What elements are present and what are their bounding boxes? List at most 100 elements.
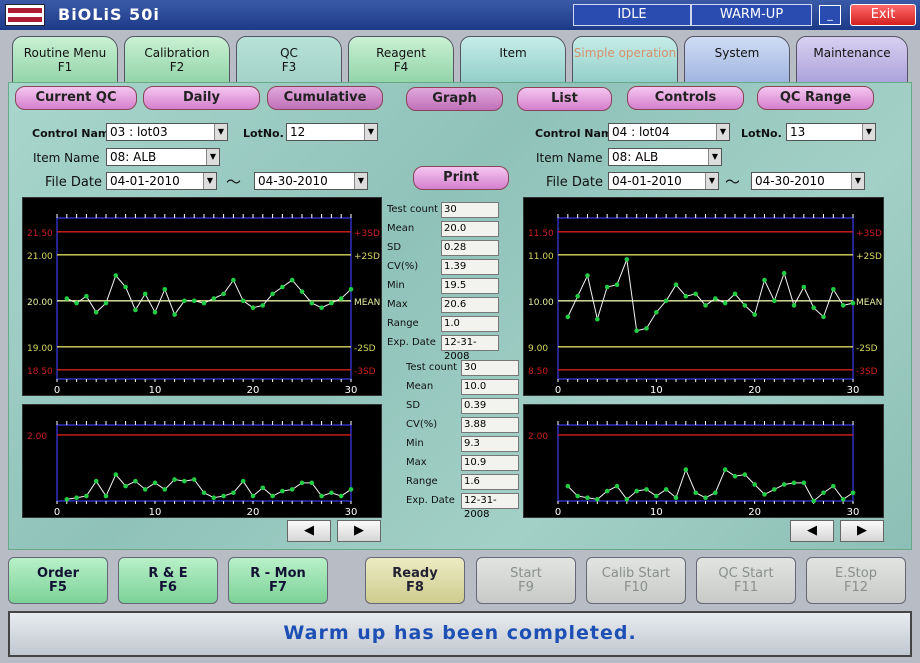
right-next-button[interactable]: ▶ <box>840 520 884 542</box>
daily-button[interactable]: Daily <box>143 86 260 110</box>
data-point <box>821 314 826 320</box>
data-point <box>840 497 846 502</box>
data-point <box>142 487 148 492</box>
stat-label: Max <box>387 299 408 310</box>
date-from-select[interactable]: 04-01-2010 ▼ <box>106 172 217 190</box>
data-point <box>821 490 826 496</box>
control-name-select[interactable]: 03 : lot03 ▼ <box>106 123 228 141</box>
tab-qc[interactable]: QC F3 <box>236 36 342 88</box>
date-from-select[interactable]: 04-01-2010 ▼ <box>608 172 719 190</box>
stat-label: SD <box>387 242 402 253</box>
stat-value: 3.88 <box>461 417 519 433</box>
x-tick-label: 30 <box>345 385 358 396</box>
data-point <box>693 291 698 297</box>
stat-label: Max <box>406 457 427 468</box>
data-point <box>348 487 354 492</box>
data-point <box>133 478 138 484</box>
item-name-select[interactable]: 08: ALB ▼ <box>608 148 722 166</box>
chevron-down-icon: ▼ <box>364 124 377 140</box>
data-point <box>703 495 708 500</box>
date-to-select[interactable]: 04-30-2010 ▼ <box>751 172 865 190</box>
data-point <box>142 291 148 297</box>
order-button[interactable]: Order F5 <box>8 557 108 604</box>
cumulative-button[interactable]: Cumulative <box>267 86 383 110</box>
stat-label: CV(%) <box>406 419 438 430</box>
lotno-select[interactable]: 12 ▼ <box>286 123 378 141</box>
data-point <box>604 488 610 494</box>
start-button[interactable]: Start F9 <box>476 557 576 604</box>
right-range-chart: 2.00 0 10 20 30 <box>523 404 884 518</box>
r-mon-button[interactable]: R - Mon F7 <box>228 557 328 604</box>
sd-label: MEAN <box>354 298 380 308</box>
control-name-select[interactable]: 04 : lot04 ▼ <box>608 123 730 141</box>
print-button[interactable]: Print <box>413 166 509 190</box>
y-tick-label: 11.00 <box>528 252 554 262</box>
data-point <box>133 307 138 313</box>
status-warmup: WARM-UP <box>691 4 812 26</box>
series-line <box>567 257 854 332</box>
minimize-button[interactable]: _ <box>819 5 841 25</box>
calib-start-button[interactable]: Calib Start F10 <box>586 557 686 604</box>
right-prev-button[interactable]: ◀ <box>790 520 834 542</box>
data-point <box>575 493 580 499</box>
x-tick-label: 20 <box>247 385 260 396</box>
date-to-select[interactable]: 04-30-2010 ▼ <box>254 172 368 190</box>
sd-label: +3SD <box>354 229 380 239</box>
data-point <box>221 493 226 499</box>
data-point <box>831 287 836 292</box>
data-point <box>280 488 285 494</box>
lotno-select[interactable]: 13 ▼ <box>786 123 876 141</box>
tab-maintenance[interactable]: Maintenance <box>796 36 908 86</box>
y-tick-label: 9.00 <box>528 344 548 354</box>
data-point <box>309 480 315 486</box>
stat-label: Mean <box>387 223 415 234</box>
current-qc-button[interactable]: Current QC <box>15 86 137 110</box>
ready-button[interactable]: Ready F8 <box>365 557 465 604</box>
exit-button[interactable]: Exit <box>850 4 916 26</box>
chevron-down-icon: ▼ <box>203 173 216 189</box>
sd-label: -2SD <box>354 344 376 354</box>
qc-start-button[interactable]: QC Start F11 <box>696 557 796 604</box>
stat-value: 1.39 <box>441 259 499 275</box>
tab-calibration[interactable]: Calibration F2 <box>124 36 230 86</box>
tab-item[interactable]: Item <box>460 36 566 86</box>
file-date-label: File Date <box>546 175 603 190</box>
e-stop-button[interactable]: E.Stop F12 <box>806 557 906 604</box>
y-tick-label: 2.00 <box>528 432 548 442</box>
item-name-select[interactable]: 08: ALB ▼ <box>106 148 220 166</box>
stat-label: Test count <box>387 204 439 215</box>
stat-value: 12-31-2008 <box>461 493 519 520</box>
data-point <box>644 487 649 492</box>
data-point <box>752 312 757 317</box>
data-point <box>654 310 659 315</box>
data-point <box>93 478 99 484</box>
data-point <box>811 498 816 504</box>
data-point <box>732 291 738 297</box>
x-tick-label: 10 <box>149 507 162 518</box>
status-message: Warm up has been completed. <box>8 611 912 657</box>
data-point <box>329 300 334 306</box>
graph-button[interactable]: Graph <box>406 87 503 111</box>
data-point <box>585 495 590 500</box>
data-point <box>811 305 816 310</box>
qc-range-button[interactable]: QC Range <box>757 86 874 110</box>
tab-routine-menu[interactable]: Routine Menu F1 <box>12 36 118 86</box>
list-button[interactable]: List <box>517 87 612 111</box>
controls-button[interactable]: Controls <box>627 86 744 110</box>
data-point <box>152 310 158 315</box>
r-and-e-button[interactable]: R & E F6 <box>118 557 218 604</box>
data-point <box>850 300 856 306</box>
data-point <box>654 493 659 499</box>
tab-simple-operation[interactable]: Simple operation <box>572 36 678 86</box>
tab-system[interactable]: System <box>684 36 790 86</box>
data-point <box>191 477 197 482</box>
data-point <box>84 293 89 299</box>
left-prev-button[interactable]: ◀ <box>287 520 331 542</box>
chevron-down-icon: ▼ <box>214 124 227 140</box>
data-point <box>319 493 324 499</box>
tab-reagent[interactable]: Reagent F4 <box>348 36 454 86</box>
plot-frame <box>56 424 352 502</box>
left-next-button[interactable]: ▶ <box>337 520 381 542</box>
stat-label: Test count <box>406 362 458 373</box>
data-point <box>289 277 295 283</box>
